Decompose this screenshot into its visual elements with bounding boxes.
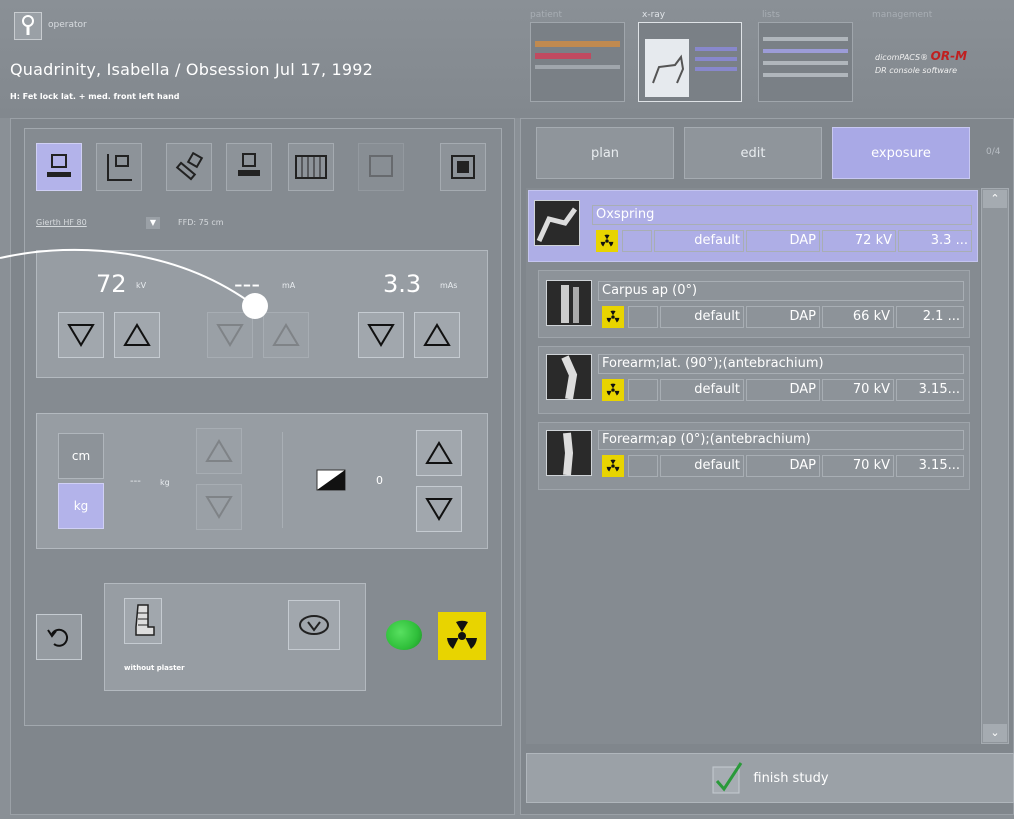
dap-cell: DAP xyxy=(746,379,820,401)
kv-cell: 72 kV xyxy=(822,230,896,252)
blank-cell xyxy=(628,306,658,328)
exposure-name: Carpus ap (0°) xyxy=(598,281,964,301)
weight-down-button[interactable] xyxy=(196,484,242,530)
xray-thumbnail[interactable] xyxy=(638,22,742,102)
radiation-icon[interactable] xyxy=(438,612,486,660)
exposure-name: Forearm;lat. (90°);(antebrachium) xyxy=(598,354,964,374)
undo-icon[interactable] xyxy=(36,614,82,660)
blank-cell xyxy=(628,455,658,477)
scroll-down-icon[interactable]: ⌄ xyxy=(983,724,1007,742)
density-down-button[interactable] xyxy=(416,486,462,532)
rotate-view-icon[interactable] xyxy=(288,600,340,650)
radiation-icon xyxy=(602,306,624,328)
mode-cell: default xyxy=(660,379,744,401)
weight-unit: kg xyxy=(160,478,170,487)
exposure-thumbnail xyxy=(546,430,592,476)
table-bucky-icon[interactable] xyxy=(36,143,82,191)
checkmark-icon xyxy=(711,761,745,795)
scroll-up-icon[interactable]: ⌃ xyxy=(983,190,1007,208)
mas-up-button[interactable] xyxy=(414,312,460,358)
mas-down-button[interactable] xyxy=(358,312,404,358)
operator-icon[interactable] xyxy=(14,12,42,40)
kv-cell: 70 kV xyxy=(822,379,894,401)
grid-icon[interactable] xyxy=(288,143,334,191)
dap-cell: DAP xyxy=(746,306,820,328)
free-exposure-icon[interactable] xyxy=(166,143,212,191)
callout-pointer xyxy=(0,248,268,319)
divider xyxy=(282,432,283,528)
nav-lists[interactable]: lists xyxy=(762,10,780,20)
nav-management[interactable]: management xyxy=(872,10,932,20)
mas-value: 3.3 xyxy=(383,270,422,298)
radiation-icon xyxy=(602,455,624,477)
generator-select[interactable]: Gierth HF 80 xyxy=(36,218,87,227)
ffd-label: FFD: 75 cm xyxy=(178,218,224,227)
density-icon xyxy=(316,469,346,495)
blank-cell xyxy=(622,230,652,252)
patient-thumbnail[interactable] xyxy=(530,22,625,102)
stop-button[interactable] xyxy=(440,143,486,191)
mas-cell: 3.3 ... xyxy=(898,230,972,252)
scrollbar[interactable] xyxy=(981,188,1009,744)
tab-exposure[interactable]: exposure xyxy=(832,127,970,179)
mas-unit: mAs xyxy=(440,281,458,290)
wall-stand-icon[interactable] xyxy=(96,143,142,191)
radiation-icon xyxy=(596,230,618,252)
density-value: 0 xyxy=(376,474,383,487)
plaster-label: without plaster xyxy=(124,664,185,672)
lists-thumbnail[interactable] xyxy=(758,22,853,102)
kv-cell: 66 kV xyxy=(822,306,894,328)
ma-unit: mA xyxy=(282,281,296,290)
exposure-thumbnail xyxy=(546,354,592,400)
blank-cell xyxy=(628,379,658,401)
nav-patient[interactable]: patient xyxy=(530,10,562,20)
mas-cell: 3.15... xyxy=(896,455,964,477)
mode-cell: default xyxy=(660,306,744,328)
exposure-count: 0/4 xyxy=(986,147,1001,157)
brand-logo: dicomPACS® OR-M DR console software xyxy=(875,49,968,76)
mode-cell: default xyxy=(660,455,744,477)
mas-cell: 2.1 ... xyxy=(896,306,964,328)
finish-study-label: finish study xyxy=(753,770,829,786)
exposure-name: Oxspring xyxy=(592,205,972,225)
table-top-icon[interactable] xyxy=(226,143,272,191)
unit-cm-button[interactable]: cm xyxy=(58,433,104,479)
density-up-button[interactable] xyxy=(416,430,462,476)
patient-name: Quadrinity, Isabella / Obsession Jul 17,… xyxy=(10,60,374,79)
radiation-icon xyxy=(602,379,624,401)
nav-xray[interactable]: x-ray xyxy=(642,10,665,20)
plaster-icon[interactable] xyxy=(124,598,162,644)
unit-kg-button[interactable]: kg xyxy=(58,483,104,529)
kv-cell: 70 kV xyxy=(822,455,894,477)
dap-cell: DAP xyxy=(746,455,820,477)
tab-edit[interactable]: edit xyxy=(684,127,822,179)
mas-cell: 3.15... xyxy=(896,379,964,401)
weight-value: --- xyxy=(130,476,141,487)
exposure-thumbnail xyxy=(546,280,592,326)
finish-study-button[interactable]: finish study xyxy=(526,753,1014,803)
cassette-icon[interactable] xyxy=(358,143,404,191)
mode-cell: default xyxy=(654,230,744,252)
ready-indicator xyxy=(386,620,422,650)
chevron-down-icon[interactable]: ▼ xyxy=(146,217,160,229)
tab-plan[interactable]: plan xyxy=(536,127,674,179)
operator-label: operator xyxy=(48,20,87,30)
weight-up-button[interactable] xyxy=(196,428,242,474)
exposure-thumbnail xyxy=(534,200,580,246)
exam-description: H: Fet lock lat. + med. front left hand xyxy=(10,92,180,101)
exposure-name: Forearm;ap (0°);(antebrachium) xyxy=(598,430,964,450)
dap-cell: DAP xyxy=(746,230,820,252)
